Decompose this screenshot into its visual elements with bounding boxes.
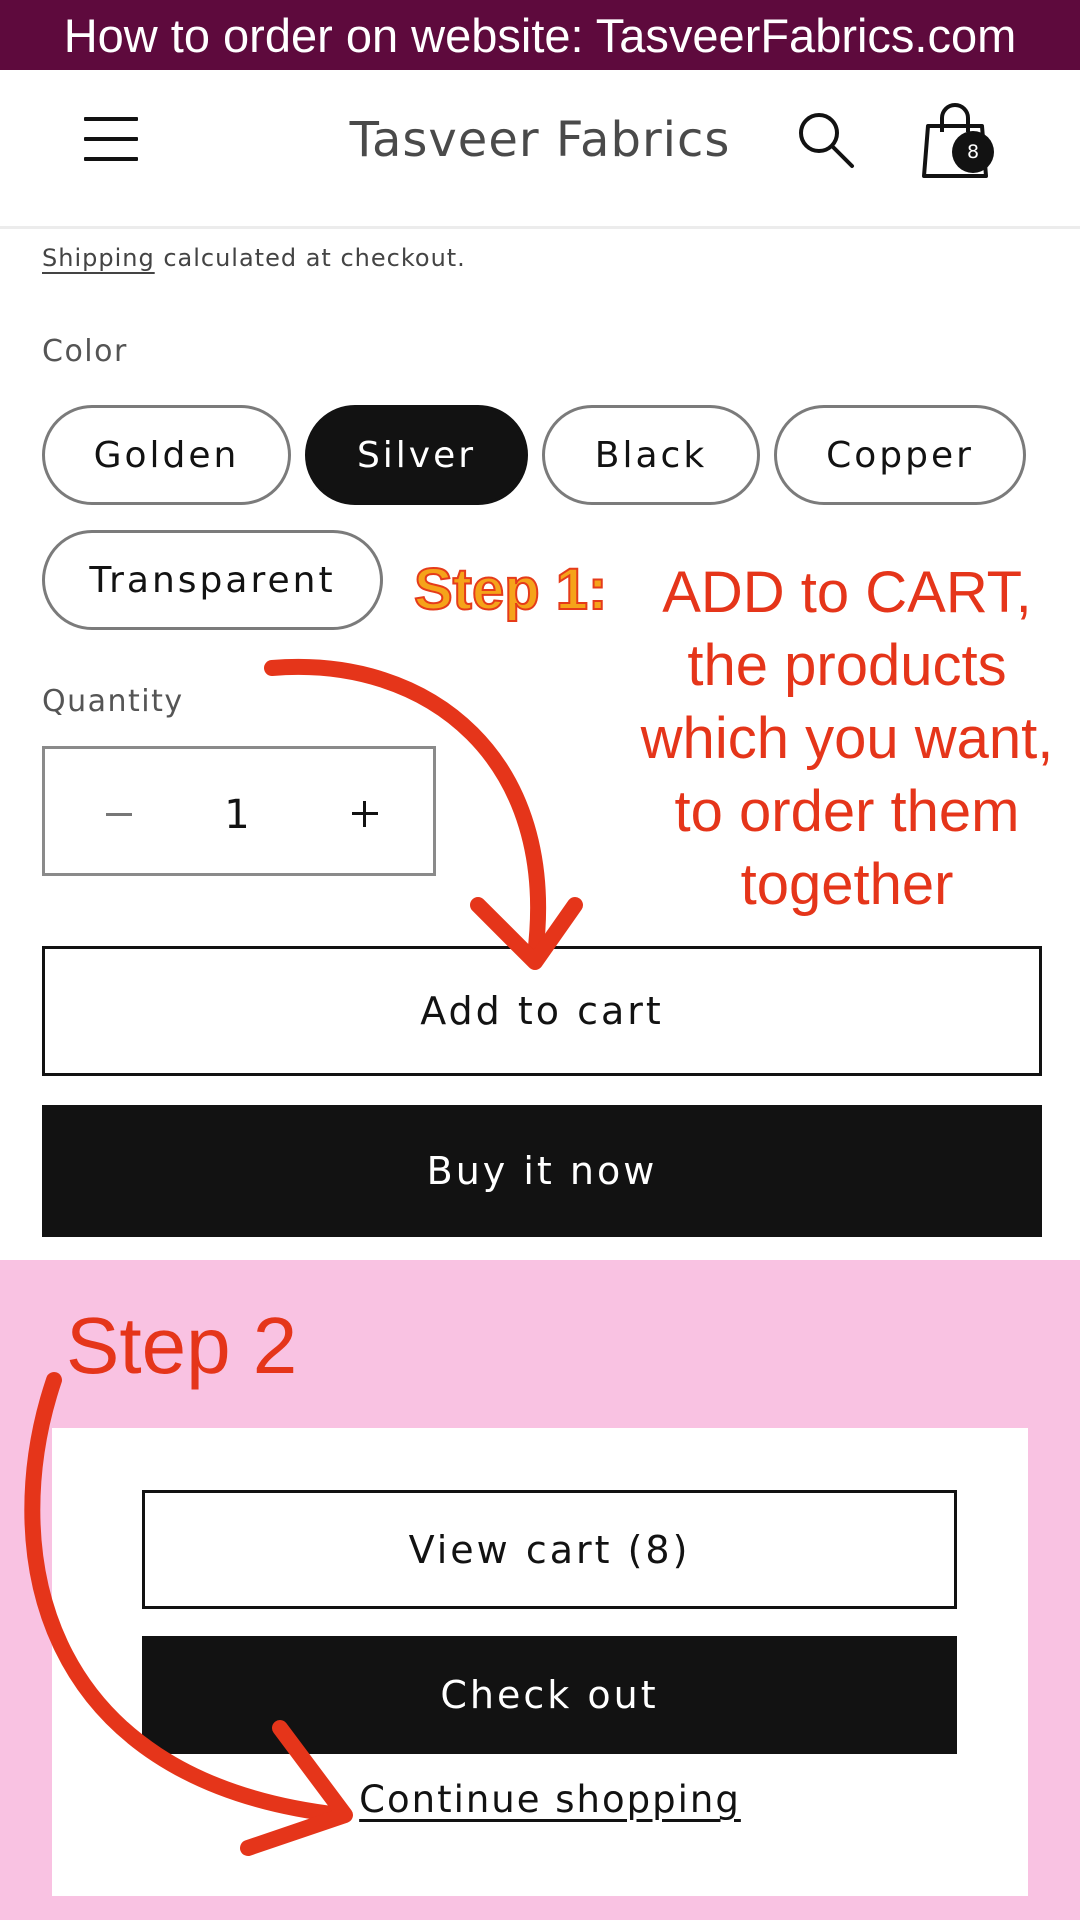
quantity-stepper (42, 746, 436, 876)
step-2-title: Step 2 (66, 1301, 298, 1390)
shipping-link[interactable]: Shipping (42, 244, 155, 272)
add-to-cart-button[interactable]: Add to cart (42, 946, 1042, 1076)
cart-count-badge: 8 (952, 131, 994, 173)
step-1-line: the products (687, 633, 1007, 698)
shipping-note-text: calculated at checkout. (154, 244, 466, 272)
hamburger-menu-icon[interactable] (84, 114, 138, 164)
buy-now-button[interactable]: Buy it now (42, 1105, 1042, 1237)
color-option-silver[interactable]: Silver (305, 405, 528, 505)
continue-shopping-link[interactable]: Continue shopping (300, 1778, 800, 1830)
color-option-transparent[interactable]: Transparent (42, 530, 383, 630)
step-1-title: Step 1: (413, 556, 608, 623)
color-label: Color (42, 334, 128, 369)
promo-banner: How to order on website: TasveerFabrics.… (0, 0, 1080, 70)
quantity-input[interactable] (185, 774, 289, 856)
step-1-line: to order them (674, 779, 1020, 844)
store-logo[interactable]: Tasveer Fabrics (300, 104, 780, 176)
color-option-golden[interactable]: Golden (42, 405, 291, 505)
quantity-label: Quantity (42, 684, 184, 719)
shipping-note: Shipping calculated at checkout. (42, 244, 466, 272)
check-out-button[interactable]: Check out (142, 1636, 957, 1754)
color-option-black[interactable]: Black (542, 405, 760, 505)
quantity-increase-button[interactable] (315, 764, 415, 864)
view-cart-button[interactable]: View cart (8) (142, 1490, 957, 1609)
step-1-instruction: ADD to CART, the products which you want… (612, 556, 1080, 921)
step-1-line: which you want, (640, 706, 1054, 771)
quantity-decrease-button[interactable] (69, 764, 169, 864)
step-1-line: together (740, 852, 954, 917)
step-1-line: ADD to CART, (662, 560, 1032, 625)
search-icon[interactable] (794, 108, 858, 172)
site-header: Tasveer Fabrics (0, 70, 1080, 229)
color-option-copper[interactable]: Copper (774, 405, 1026, 505)
